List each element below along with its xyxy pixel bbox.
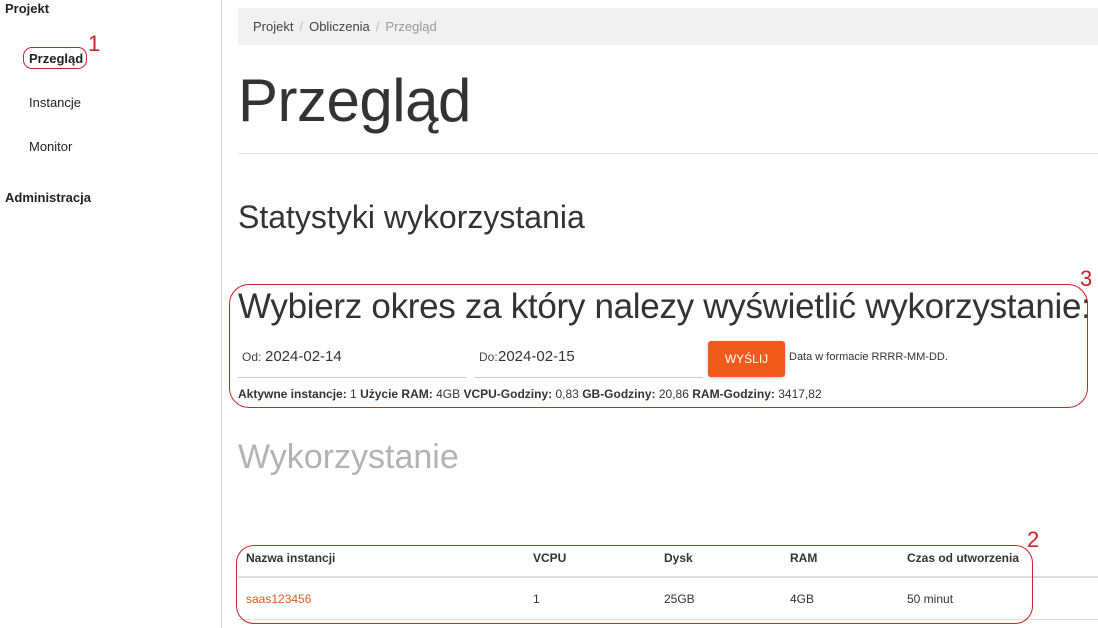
breadcrumb-item-project[interactable]: Projekt [253, 19, 293, 34]
sidebar-item-monitor[interactable]: Monitor [29, 139, 72, 154]
annotation-number-2: 2 [1027, 527, 1040, 552]
breadcrumb: Projekt / Obliczenia / Przegląd [238, 8, 1098, 45]
usage-stats-heading: Statystyki wykorzystania [238, 199, 585, 235]
breadcrumb-separator: / [299, 19, 304, 34]
breadcrumb-item-compute[interactable]: Obliczenia [309, 19, 370, 34]
annotation-number-3: 3 [1080, 266, 1093, 291]
annotation-box-3 [229, 284, 1088, 408]
annotation-number-1: 1 [88, 31, 101, 56]
sidebar-item-instances[interactable]: Instancje [29, 95, 81, 110]
sidebar-section-admin[interactable]: Administracja [5, 190, 91, 205]
breadcrumb-separator: / [375, 19, 380, 34]
annotation-box-1 [23, 47, 87, 69]
annotation-box-2 [236, 545, 1033, 624]
sidebar-section-project: Projekt [5, 1, 50, 16]
page-title: Przegląd [238, 67, 471, 134]
sidebar: Projekt Przegląd Instancje Monitor Admin… [0, 0, 222, 628]
title-divider [238, 153, 1098, 154]
usage-heading: Wykorzystanie [238, 438, 459, 476]
breadcrumb-item-current: Przegląd [385, 19, 437, 34]
